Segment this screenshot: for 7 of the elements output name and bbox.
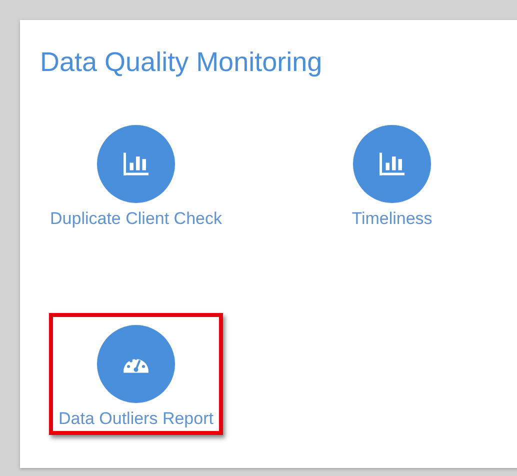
panel-title: Data Quality Monitoring <box>40 47 322 77</box>
report-tile[interactable]: Duplicate Client Check <box>40 121 232 235</box>
report-tile[interactable]: Timeliness <box>342 121 442 235</box>
tile-label: Data Outliers Report <box>58 409 214 429</box>
tile-label: Timeliness <box>352 209 432 229</box>
tile-label: Duplicate Client Check <box>50 209 222 229</box>
report-tile[interactable]: Data Outliers Report <box>48 313 224 435</box>
